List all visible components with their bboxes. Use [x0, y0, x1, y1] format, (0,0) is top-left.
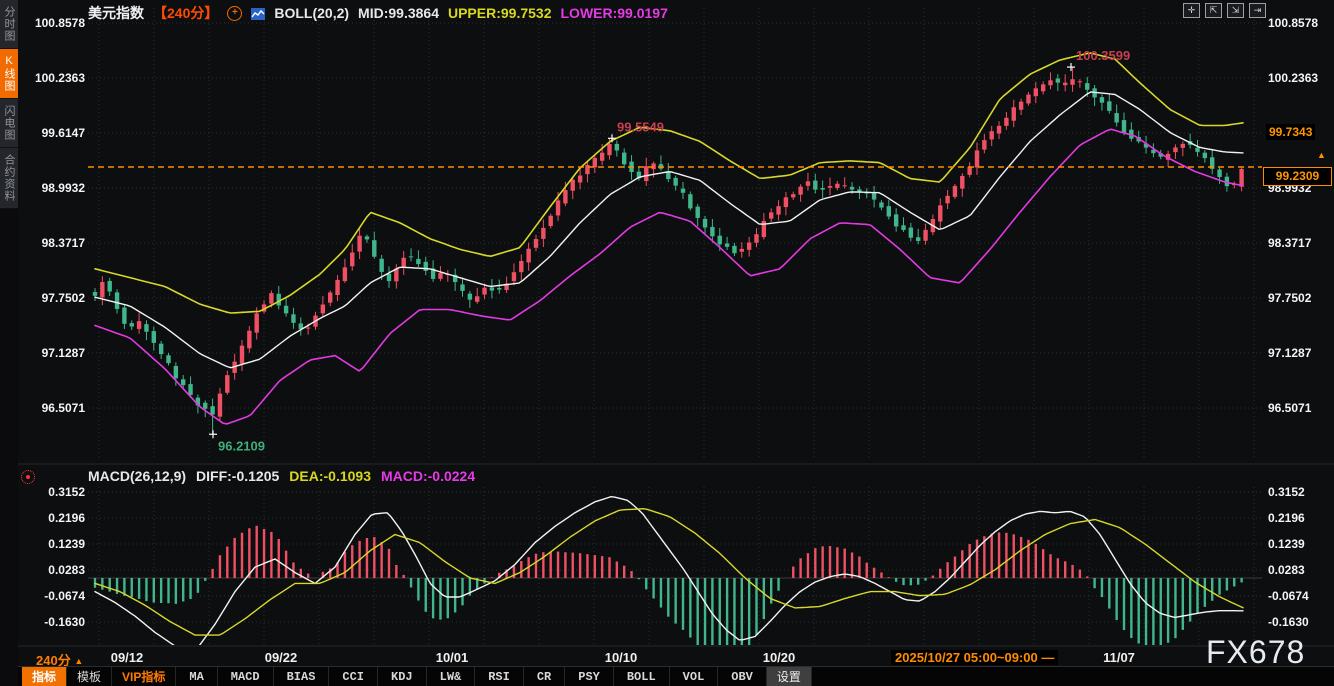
- boll-upper-value: UPPER:99.7532: [448, 5, 552, 21]
- timeframe-label[interactable]: 【240分】: [153, 3, 218, 23]
- sidebar-item-chart-type[interactable]: 合约资料: [0, 148, 18, 209]
- x-axis-date: 09/22: [265, 650, 298, 665]
- tab-LW&[interactable]: LW&: [427, 667, 476, 686]
- indicator-settings-icon[interactable]: [21, 470, 35, 484]
- crosshair-icon[interactable]: ✛: [1183, 3, 1200, 18]
- price-annotation: 96.2109: [218, 438, 265, 453]
- tab-MACD[interactable]: MACD: [218, 667, 274, 686]
- chart-type-sidebar: 分时图K线图闪电图合约资料: [0, 0, 18, 686]
- triangle-up-icon: ▲: [74, 656, 83, 666]
- hover-datetime-label: 2025/10/27 05:00~09:00 —: [891, 650, 1058, 665]
- x-axis-date: 10/10: [605, 650, 638, 665]
- tab-MA[interactable]: MA: [176, 667, 217, 686]
- sidebar-item-chart-type[interactable]: 闪电图: [0, 99, 18, 148]
- macd-diff-value: DIFF:-0.1205: [196, 468, 279, 484]
- boll-mid-value: MID:99.3864: [358, 5, 439, 21]
- mini-chart-icon[interactable]: [251, 7, 265, 19]
- tab-RSI[interactable]: RSI: [475, 667, 524, 686]
- tab-VOL[interactable]: VOL: [670, 667, 719, 686]
- tab-设置[interactable]: 设置: [767, 667, 812, 686]
- chart-toolbar: ✛ ⇱ ⇲ ⇥: [1183, 3, 1266, 18]
- tab-OBV[interactable]: OBV: [718, 667, 767, 686]
- chart-canvas[interactable]: 99.5549 100.3599 96.2109: [0, 0, 1334, 686]
- x-axis-date: 10/01: [436, 650, 469, 665]
- chart-header: 美元指数 【240分】 + BOLL(20,2) MID:99.3864 UPP…: [88, 3, 668, 23]
- tab-指标[interactable]: 指标: [22, 667, 67, 686]
- current-price-tag: 99.2309: [1263, 167, 1332, 186]
- boll-lower-value: LOWER:99.0197: [561, 5, 668, 21]
- tab-CCI[interactable]: CCI: [329, 667, 378, 686]
- price-annotation: 100.3599: [1076, 48, 1130, 63]
- tab-BIAS[interactable]: BIAS: [274, 667, 330, 686]
- watermark: FX678: [1206, 634, 1305, 671]
- jump-to-latest-icon[interactable]: ⇥: [1249, 3, 1266, 18]
- price-annotation: 99.5549: [617, 119, 664, 134]
- tab-模板[interactable]: 模板: [67, 667, 112, 686]
- tab-PSY[interactable]: PSY: [565, 667, 614, 686]
- x-axis-date: 09/12: [111, 650, 144, 665]
- add-circle-icon[interactable]: +: [227, 6, 242, 21]
- upper-band-axis-tag: 99.7343: [1266, 124, 1315, 140]
- macd-name: MACD(26,12,9): [88, 468, 186, 484]
- price-arrow-icon: ▲: [1317, 150, 1326, 160]
- tab-CR[interactable]: CR: [524, 667, 565, 686]
- symbol-name: 美元指数: [88, 3, 144, 23]
- tab-KDJ[interactable]: KDJ: [378, 667, 427, 686]
- x-axis-date: 10/20: [763, 650, 796, 665]
- macd-header: MACD(26,12,9) DIFF:-0.1205 DEA:-0.1093 M…: [88, 468, 475, 484]
- x-axis-date: 11/07: [1103, 650, 1135, 665]
- macd-macd-value: MACD:-0.0224: [381, 468, 475, 484]
- zoom-in-axis-icon[interactable]: ⇱: [1205, 3, 1222, 18]
- macd-dea-value: DEA:-0.1093: [289, 468, 371, 484]
- zoom-out-axis-icon[interactable]: ⇲: [1227, 3, 1244, 18]
- indicator-tabbar: 指标模板VIP指标MAMACDBIASCCIKDJLW&RSICRPSYBOLL…: [18, 666, 1334, 686]
- tab-BOLL[interactable]: BOLL: [614, 667, 670, 686]
- indicator-name: BOLL(20,2): [274, 5, 349, 21]
- sidebar-item-chart-type[interactable]: 分时图: [0, 0, 18, 49]
- chart-application-window: 99.5549 100.3599 96.2109 分时图K线图闪电图合约资料 美元指…: [0, 0, 1334, 686]
- tab-VIP指标[interactable]: VIP指标: [112, 667, 176, 686]
- sidebar-item-active[interactable]: K线图: [0, 49, 18, 99]
